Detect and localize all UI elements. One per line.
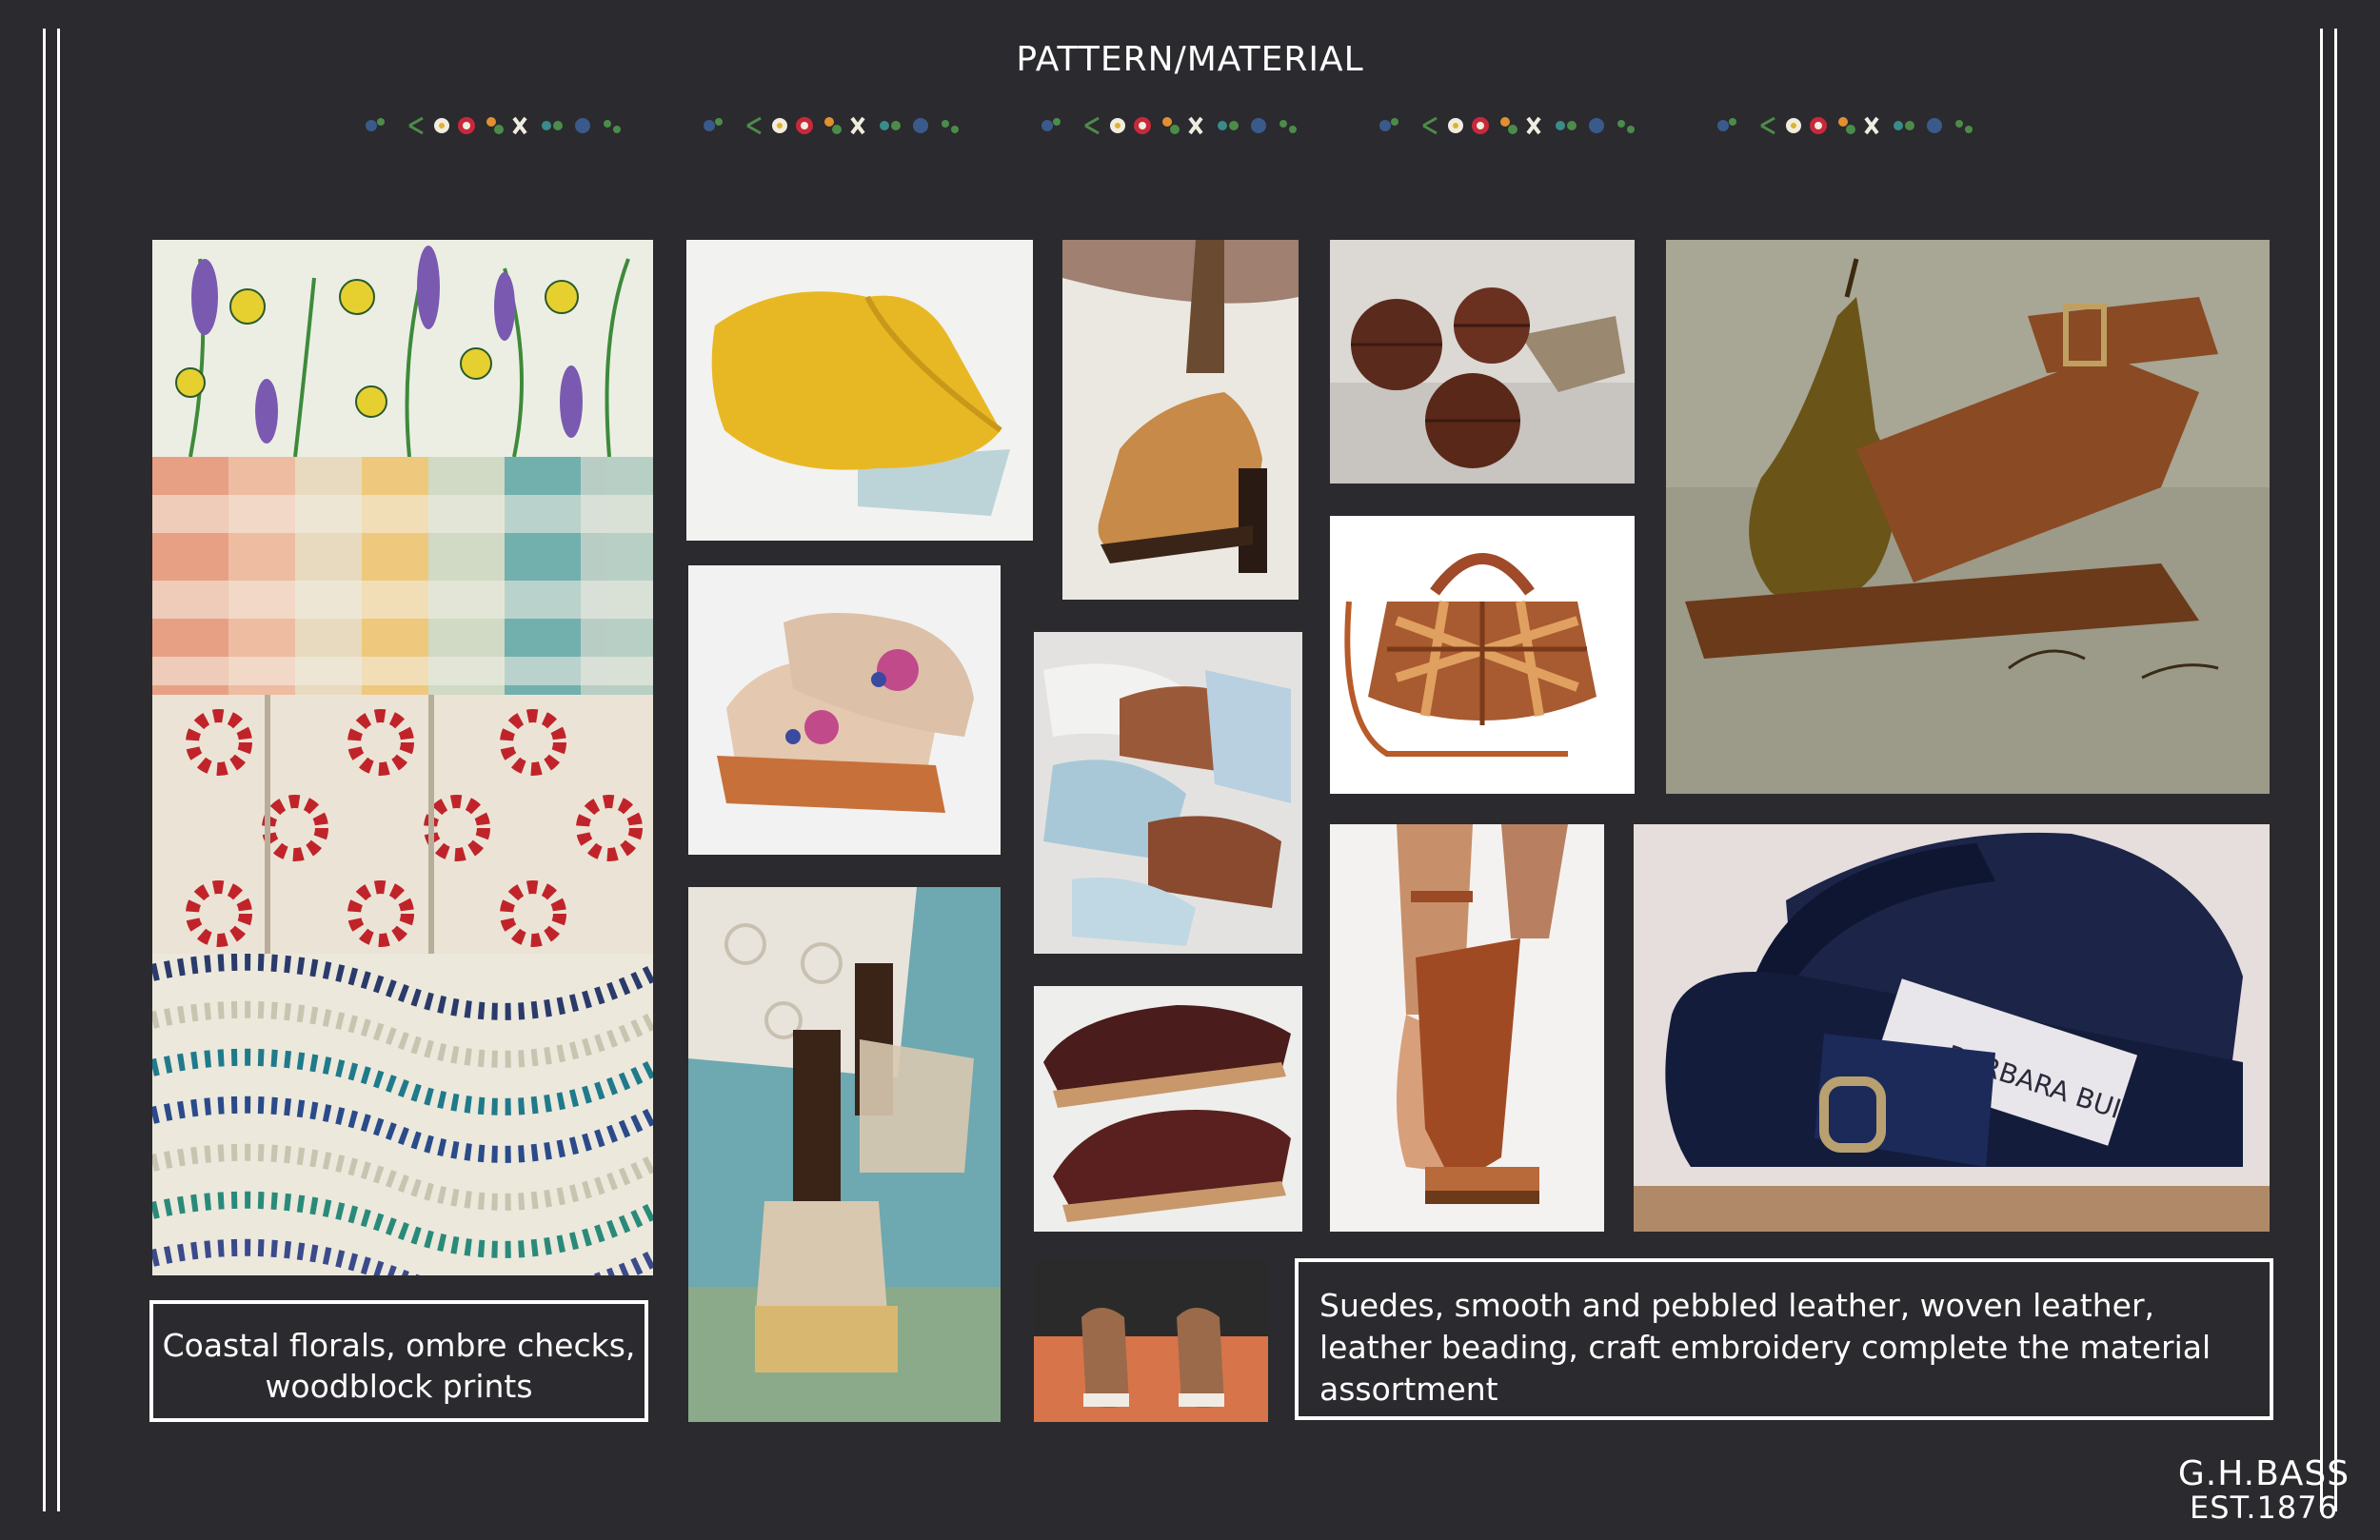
brown-platform-sandal-image [1330,824,1604,1232]
frame-line-left-inner [57,29,60,1511]
navy-suede-slide-image: BARBARA BUI [1634,824,2270,1232]
woven-leather-bag-image [1330,516,1635,794]
floral-border-decoration [362,103,2037,148]
frame-line-right-outer [2334,29,2337,1511]
tan-heeled-loafer-image [1062,240,1299,600]
wave-pattern-fabric [152,954,653,1275]
crochet-runway-sandal-image [688,887,1001,1422]
suede-slip-ons-image [1034,1260,1268,1422]
brand-name: G.H.BASS [2177,1454,2350,1493]
brand-logo: G.H.BASS EST.1876 [2169,1454,2359,1526]
suede-sandal-pear-image [1666,240,2270,794]
brand-established: EST.1876 [2190,1490,2338,1526]
leather-mules-pile-image [1034,632,1302,954]
yellow-leather-swatch [686,240,1033,541]
page-title: PATTERN/MATERIAL [1016,40,1364,79]
frame-line-left-outer [43,29,46,1511]
woodblock-print-fabric [152,695,653,954]
coastal-floral-print [152,240,653,457]
frame-line-right-inner [2320,29,2323,1511]
ombre-check-fabric [152,457,653,695]
caption-patterns: Coastal florals, ombre checks, woodblock… [149,1300,648,1422]
leather-balls-image [1330,240,1635,484]
embroidered-loafer-image [688,565,1001,855]
caption-materials: Suedes, smooth and pebbled leather, wove… [1295,1258,2273,1420]
burgundy-loafers-image [1034,986,1302,1232]
